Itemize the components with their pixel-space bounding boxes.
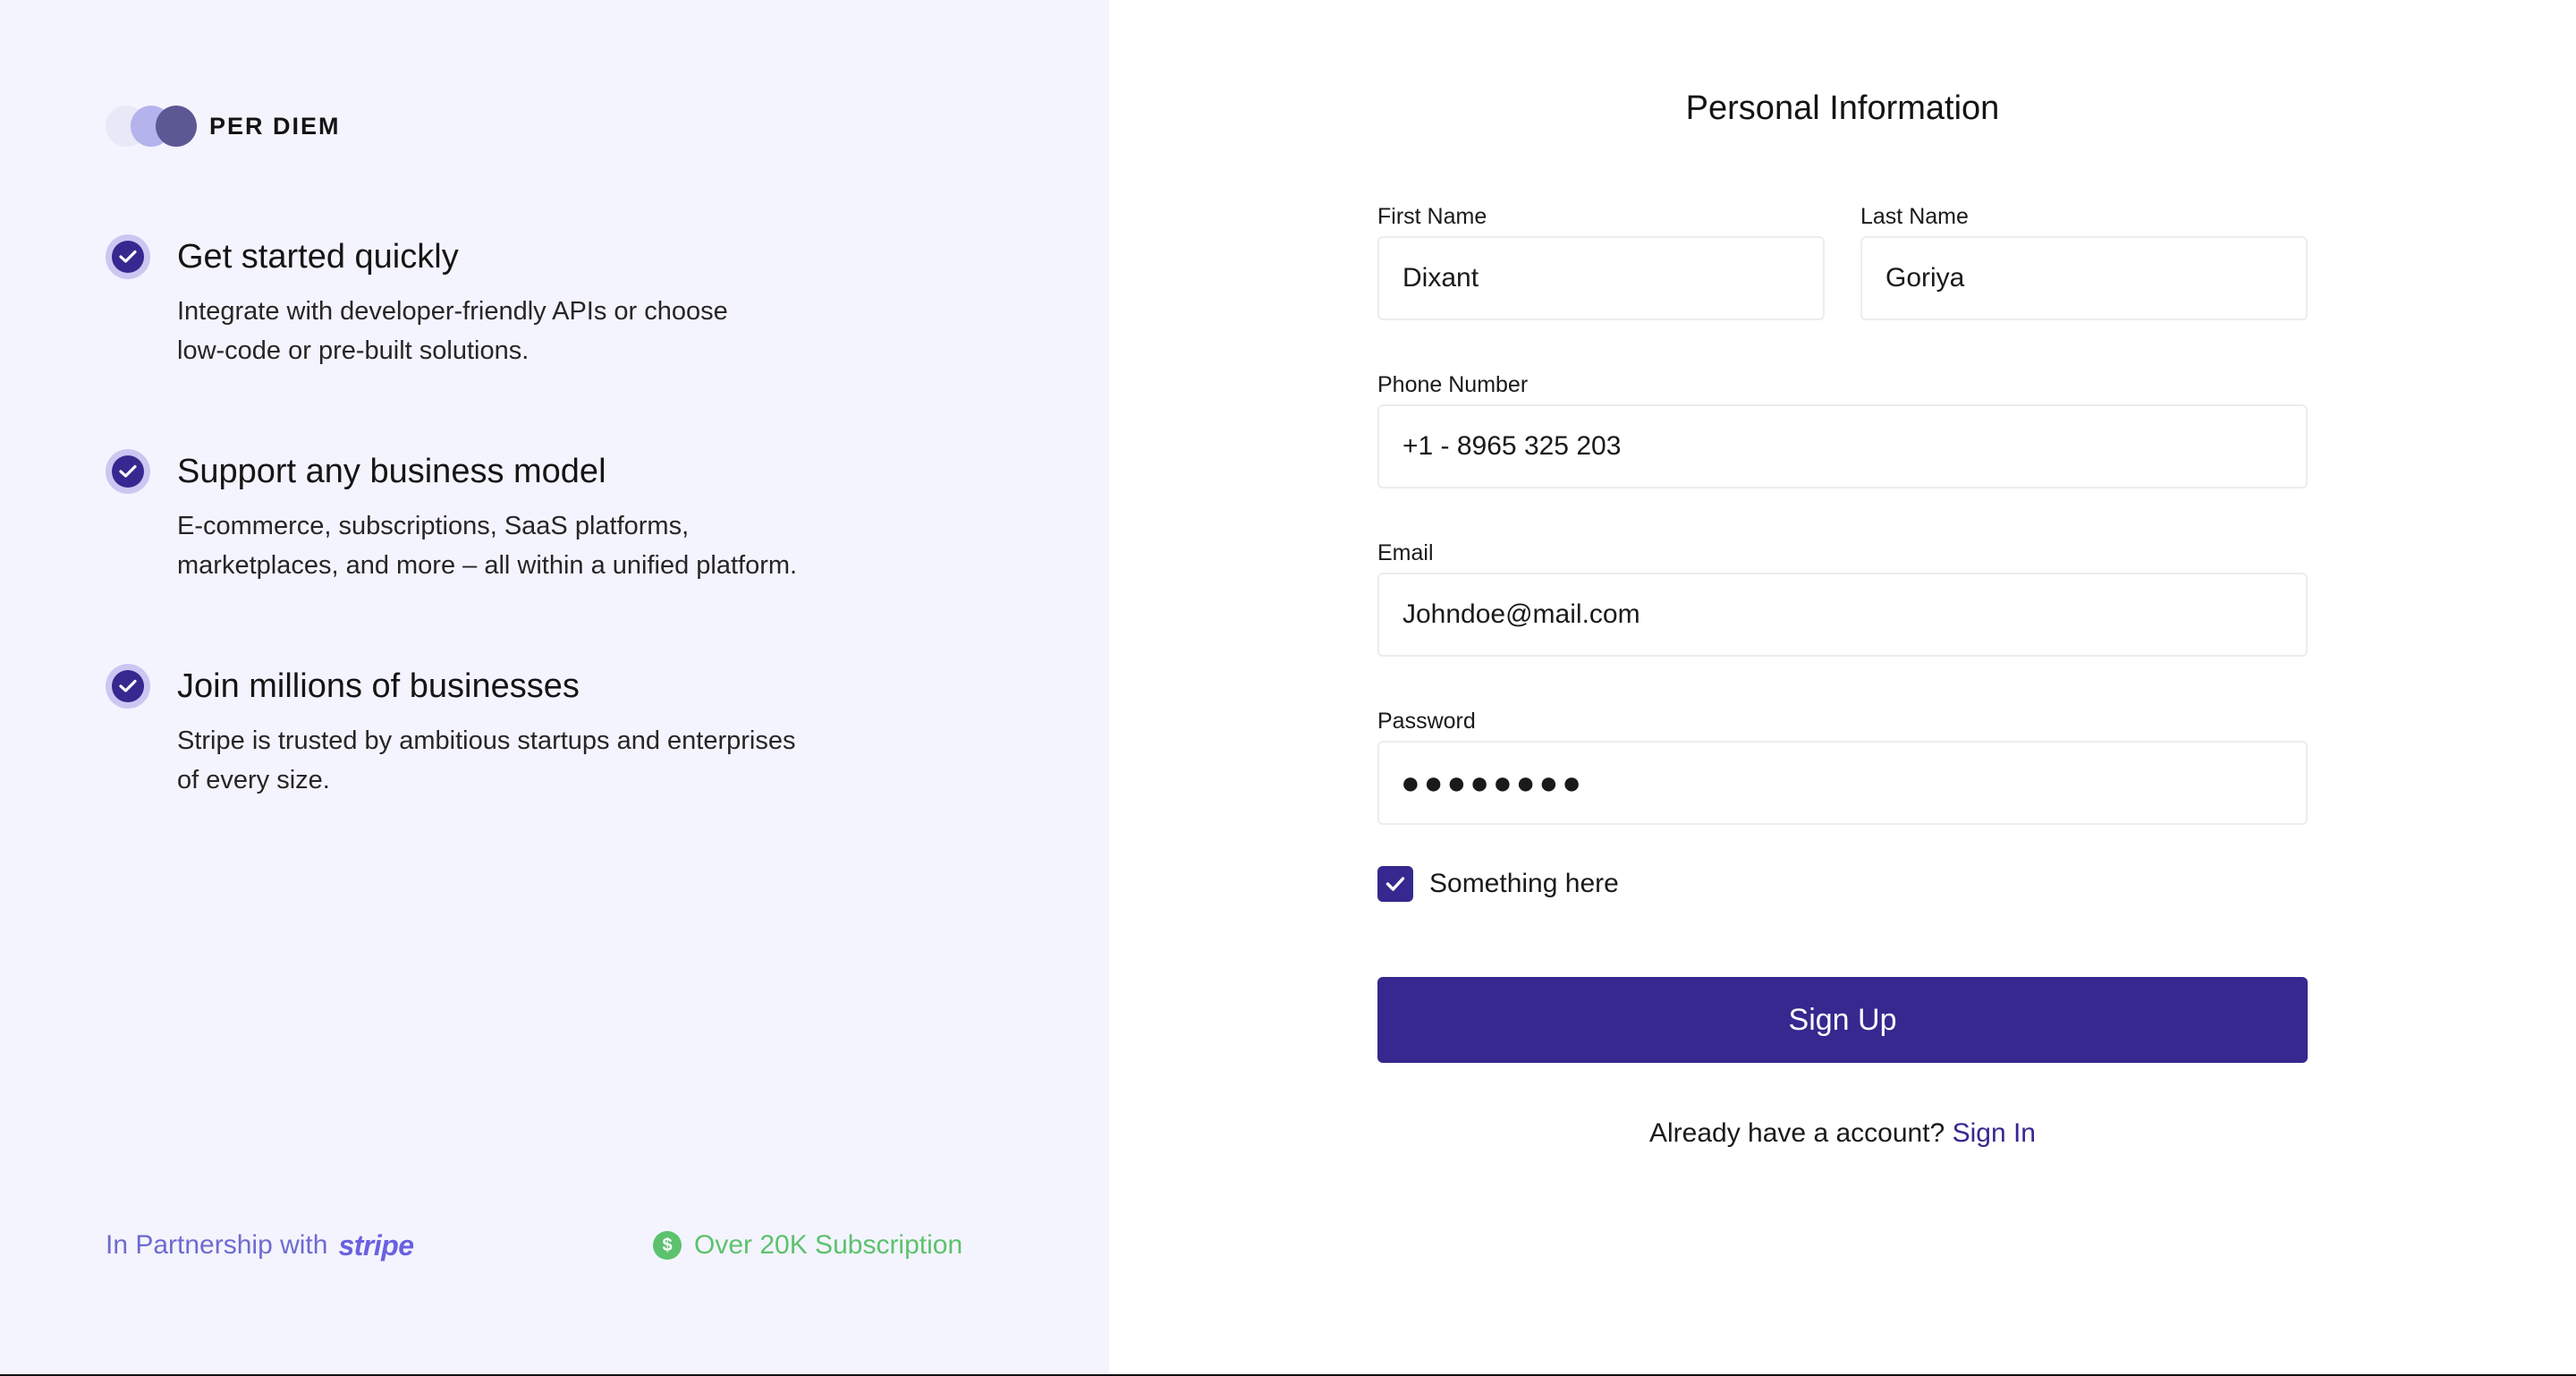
last-name-field[interactable] bbox=[1860, 236, 2308, 320]
stripe-logo: stripe bbox=[338, 1228, 414, 1261]
left-panel: PER DIEM Get started quickly Integrate w… bbox=[0, 0, 1109, 1374]
email-label: Email bbox=[1377, 540, 1434, 565]
feature-description: Stripe is trusted by ambitious startups … bbox=[177, 726, 796, 794]
feature-description: Integrate with developer-friendly APIs o… bbox=[177, 297, 728, 365]
first-name-field[interactable] bbox=[1377, 236, 1825, 320]
email-field[interactable] bbox=[1377, 573, 2308, 657]
password-field[interactable]: ●●●●●●●● bbox=[1377, 741, 2308, 825]
logo-circle-dark bbox=[156, 106, 197, 147]
email-input[interactable] bbox=[1401, 599, 2306, 631]
feature-description: E-commerce, subscriptions, SaaS platform… bbox=[177, 512, 798, 580]
password-label: Password bbox=[1377, 709, 1476, 734]
last-name-input[interactable] bbox=[1884, 262, 2306, 294]
last-name-label: Last Name bbox=[1860, 204, 1969, 229]
brand-name: PER DIEM bbox=[209, 113, 341, 140]
right-panel bbox=[1109, 0, 2576, 1374]
check-circle-icon bbox=[106, 449, 150, 494]
feature-title: Support any business model bbox=[177, 453, 606, 490]
subscription-text: Over 20K Subscription bbox=[694, 1230, 963, 1260]
phone-field[interactable] bbox=[1377, 404, 2308, 488]
first-name-label: First Name bbox=[1377, 204, 1487, 229]
feature-title: Join millions of businesses bbox=[177, 667, 580, 705]
phone-input[interactable] bbox=[1401, 430, 2306, 463]
password-masked-value: ●●●●●●●● bbox=[1401, 764, 1585, 801]
sign-in-link[interactable]: Sign In bbox=[1953, 1118, 2036, 1148]
check-circle-icon bbox=[106, 234, 150, 279]
form-title: Personal Information bbox=[1685, 89, 2000, 127]
checkbox-label: Something here bbox=[1429, 869, 1619, 898]
first-name-input[interactable] bbox=[1401, 262, 1823, 294]
subscription-count: $ Over 20K Subscription bbox=[653, 1226, 962, 1265]
sign-in-prompt: Already have a account? Sign In bbox=[1377, 1118, 2308, 1149]
checkbox-checked-icon[interactable] bbox=[1377, 866, 1413, 902]
check-circle-icon bbox=[106, 664, 150, 709]
dollar-circle-icon: $ bbox=[653, 1231, 682, 1260]
phone-label: Phone Number bbox=[1377, 372, 1529, 397]
sign-in-prompt-text: Already have a account? bbox=[1649, 1118, 1945, 1148]
partnership-text: In Partnership with bbox=[106, 1230, 328, 1260]
agree-checkbox-row[interactable]: Something here bbox=[1377, 866, 1619, 902]
sign-up-button[interactable]: Sign Up bbox=[1377, 977, 2308, 1063]
partnership-note: In Partnership with stripe bbox=[106, 1226, 414, 1265]
feature-title: Get started quickly bbox=[177, 238, 459, 276]
brand-logo: PER DIEM bbox=[106, 106, 374, 147]
